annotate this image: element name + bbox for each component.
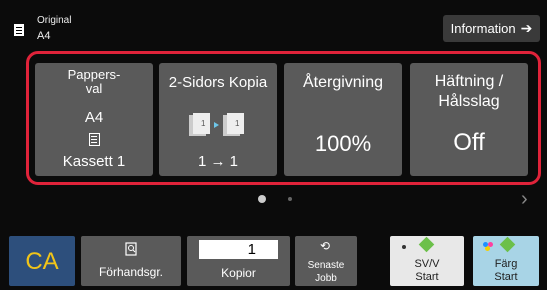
duplex-mode: 1 → 1	[197, 153, 239, 170]
bw-start-button[interactable]: SV/V Start	[390, 236, 464, 286]
bw-start-label-line1: SV/V	[414, 258, 440, 270]
original-label: Original	[37, 15, 72, 26]
copies-input[interactable]: 1	[199, 240, 278, 259]
original-document-icon	[14, 24, 24, 36]
top-bar: Original A4 Information ➔	[0, 0, 547, 50]
duplex-copy-icon: 1 1	[189, 113, 244, 136]
paper-select-button[interactable]: Pappers- val A4 Kassett 1	[35, 63, 153, 176]
recent-jobs-button[interactable]: ⟲ Senaste Jobb	[295, 236, 357, 286]
paper-tray-label: Kassett 1	[62, 153, 126, 170]
staple-punch-button[interactable]: Häftning / Hålsslag Off	[410, 63, 528, 176]
preview-icon	[125, 242, 137, 256]
information-button[interactable]: Information ➔	[443, 15, 540, 42]
svg-text:1: 1	[235, 119, 240, 128]
copies-label: Kopior	[221, 266, 256, 280]
arrow-right-icon: ➔	[520, 20, 533, 36]
recent-jobs-label-line2: Jobb	[315, 273, 337, 284]
paper-select-label-line1: Pappers-	[67, 67, 121, 82]
clear-all-label: CA	[25, 248, 59, 275]
clear-all-button[interactable]: CA	[9, 236, 75, 286]
paper-tray-icon	[89, 133, 100, 146]
copies-field[interactable]: 1 Kopior	[187, 236, 290, 286]
original-size: A4	[37, 30, 51, 42]
bw-dot-icon	[402, 245, 406, 249]
paper-size: A4	[84, 109, 104, 126]
reproduction-label: Återgivning	[302, 74, 384, 91]
start-diamond-icon	[499, 236, 516, 253]
duplex-copy-label: 2-Sidors Kopia	[168, 74, 268, 91]
information-label: Information	[450, 21, 516, 36]
recent-jobs-icon: ⟲	[320, 239, 331, 253]
page-dot	[288, 197, 292, 201]
paper-select-label-line2: val	[85, 81, 103, 96]
bw-start-label-line2: Start	[415, 271, 439, 283]
chevron-right-icon[interactable]: ›	[521, 188, 528, 211]
staple-label-line2: Hålsslag	[438, 93, 500, 110]
reproduction-ratio-button[interactable]: Återgivning 100%	[284, 63, 402, 176]
recent-jobs-label-line1: Senaste	[307, 260, 345, 271]
reproduction-value: 100%	[314, 131, 372, 156]
page-dot-active	[258, 195, 266, 203]
svg-text:1: 1	[201, 119, 206, 128]
staple-label-line1: Häftning /	[434, 73, 504, 90]
preview-label: Förhandsgr.	[98, 265, 164, 279]
staple-value: Off	[453, 129, 485, 156]
color-dots-icon	[483, 242, 488, 247]
preview-button[interactable]: Förhandsgr.	[81, 236, 181, 286]
color-start-button[interactable]: Färg Start	[473, 236, 539, 286]
color-start-label-line2: Start	[494, 271, 518, 283]
start-diamond-icon	[418, 236, 435, 253]
duplex-copy-button[interactable]: 2-Sidors Kopia 1 1 1 → 1	[159, 63, 277, 176]
color-start-label-line1: Färg	[494, 258, 518, 270]
